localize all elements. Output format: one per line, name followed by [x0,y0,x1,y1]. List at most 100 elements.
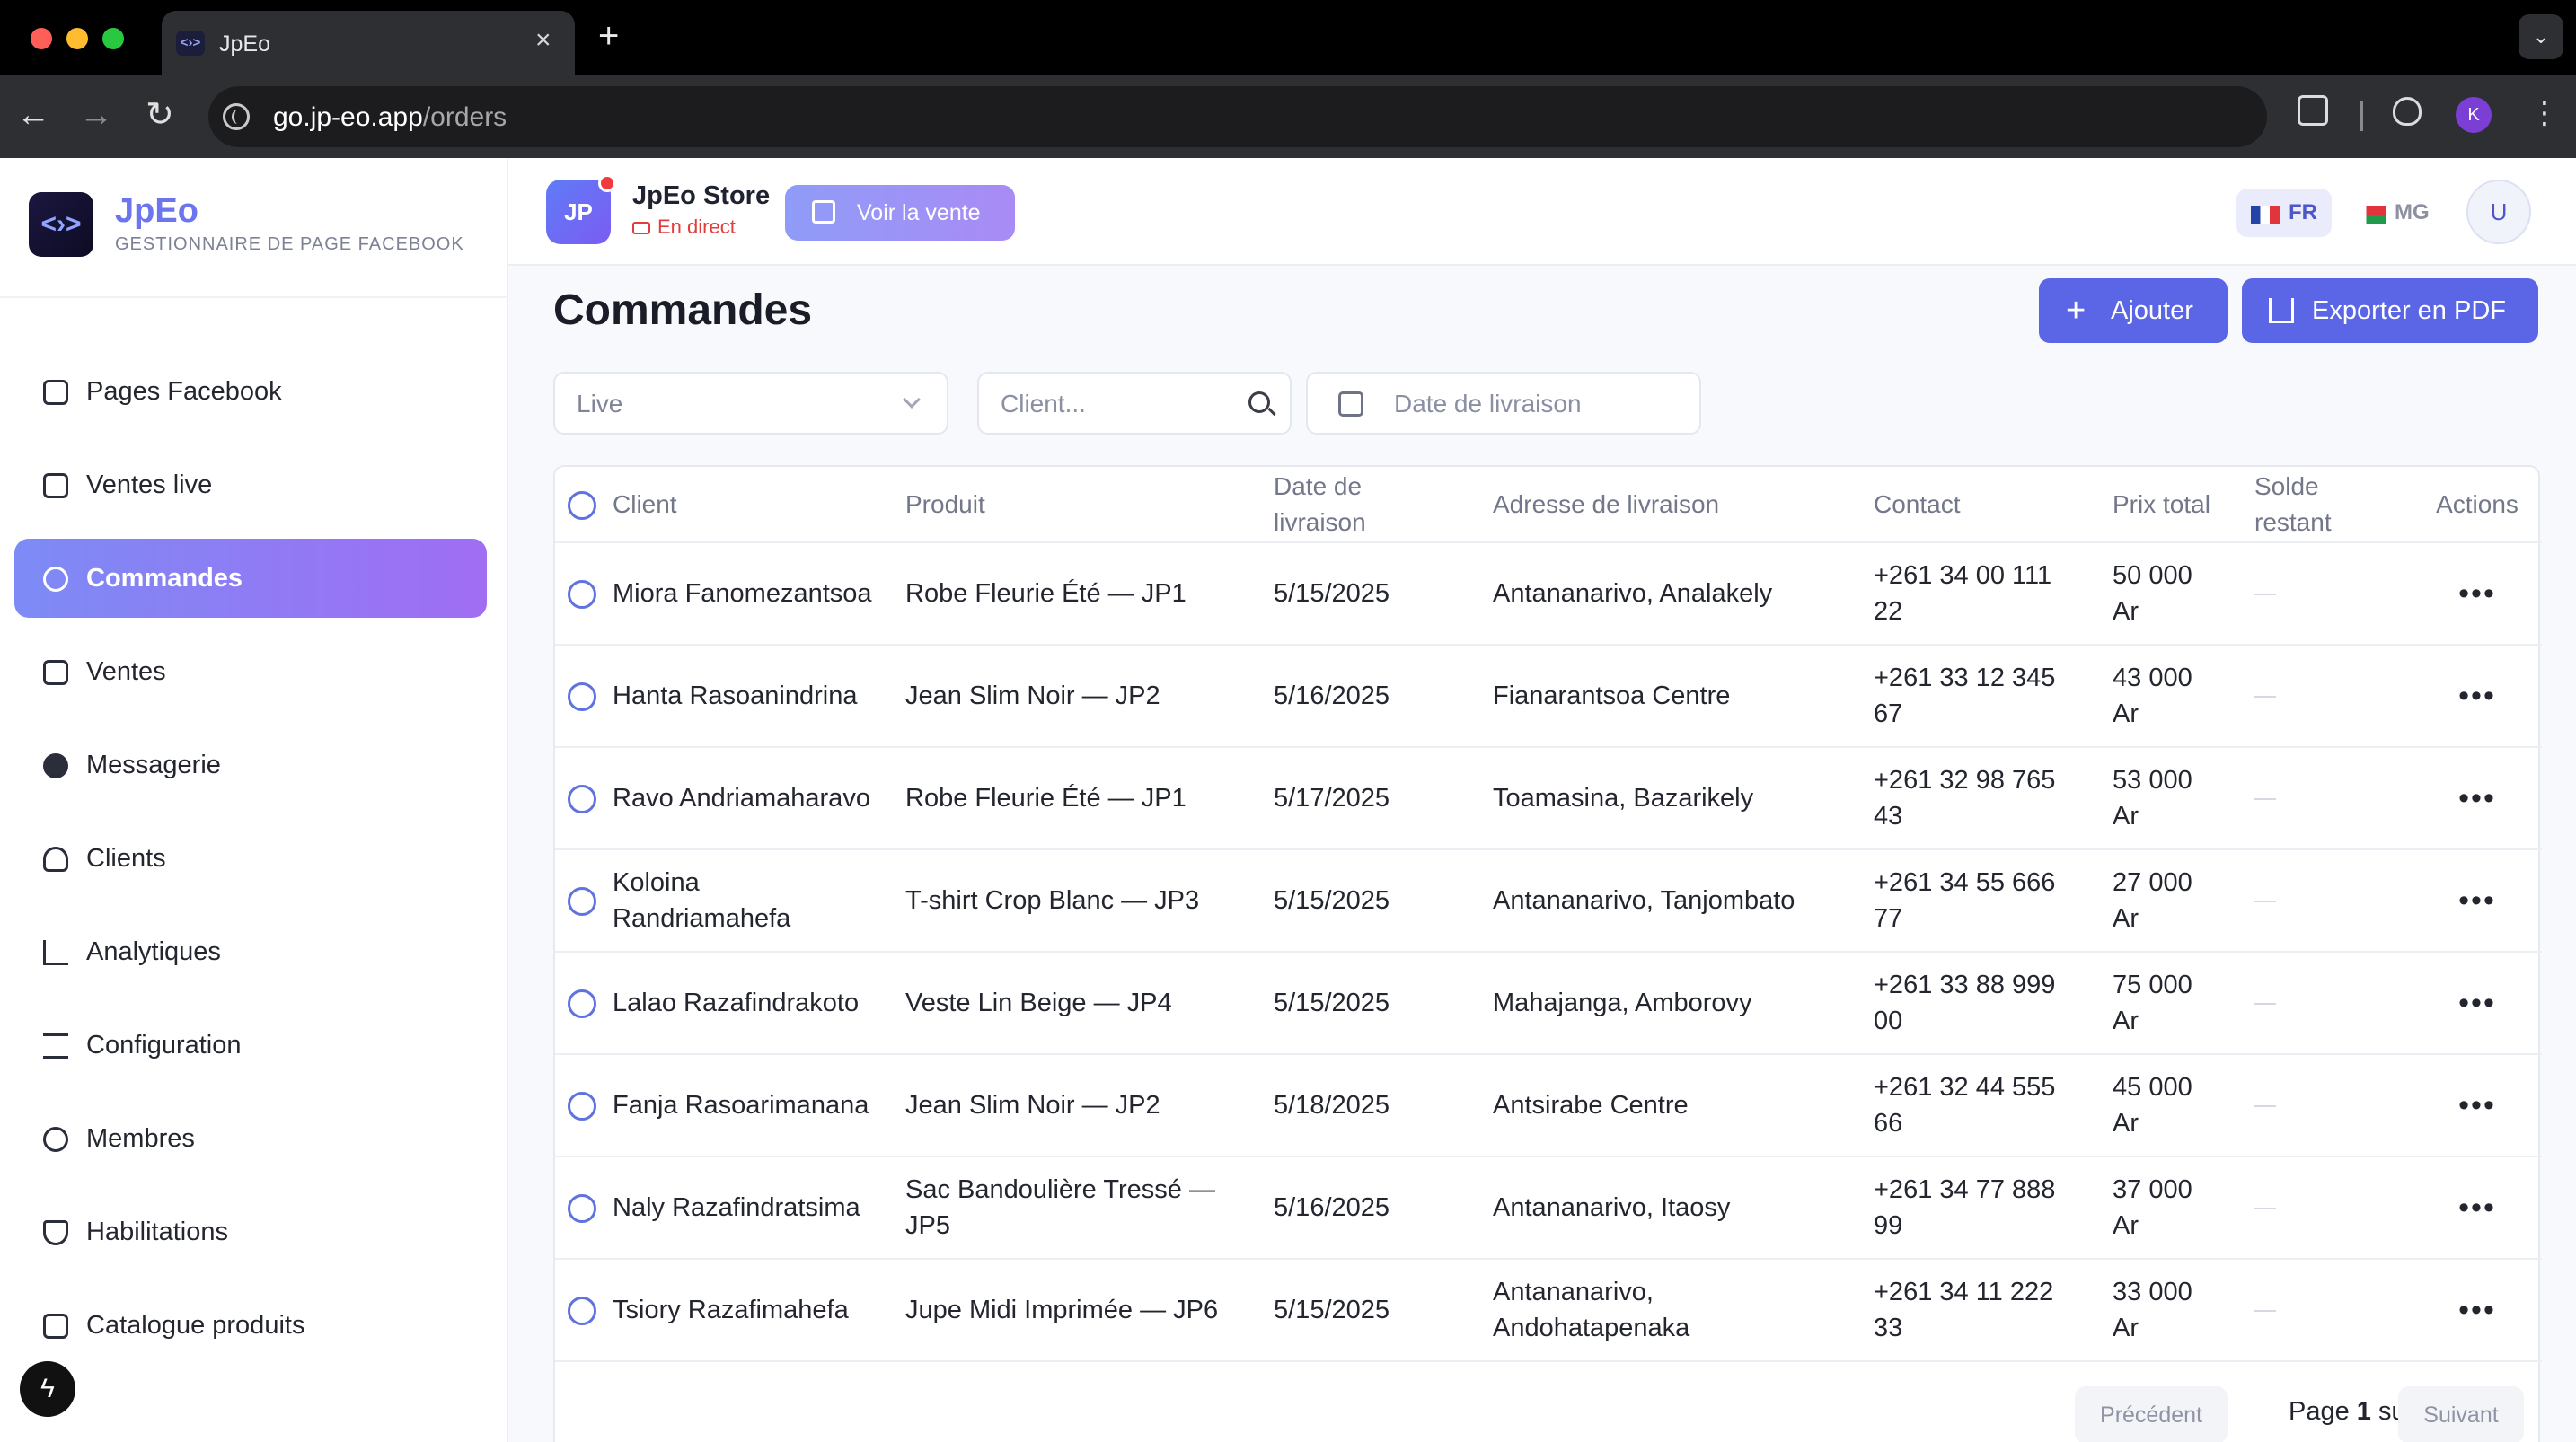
reload-icon[interactable]: ↻ [146,95,174,135]
header-total[interactable]: Prix total [2113,467,2254,543]
cell-date: 5/17/2025 [1274,747,1493,850]
tab-close-icon[interactable]: × [535,27,551,54]
header-date[interactable]: Date de livraison [1274,467,1493,543]
header-client[interactable]: Client [613,467,905,543]
sidebar-item-analytiques[interactable]: Analytiques [14,912,487,991]
table-row[interactable]: Lalao Razafindrakoto Veste Lin Beige — J… [555,952,2542,1055]
row-actions-menu-icon[interactable]: ••• [2413,849,2542,953]
sidebar-item-messagerie[interactable]: Messagerie [14,725,487,805]
site-info-icon[interactable] [223,103,250,130]
table-row[interactable]: Koloina Randriamahefa T-shirt Crop Blanc… [555,849,2542,953]
header-contact[interactable]: Contact [1874,467,2113,543]
search-icon[interactable] [1248,391,1270,413]
row-actions-menu-icon[interactable]: ••• [2413,952,2542,1055]
cell-total: 75 000 Ar [2113,952,2254,1055]
view-sale-label: Voir la vente [857,200,981,225]
table-row[interactable]: Miora Fanomezantsoa Robe Fleurie Été — J… [555,542,2542,646]
cell-contact: +261 34 55 666 77 [1874,849,2113,953]
sidebar-item-label: Ventes [86,657,166,686]
live-indicator-dot [598,174,616,192]
row-select-radio[interactable] [568,682,596,712]
cell-product: Robe Fleurie Été — JP1 [905,747,1274,850]
sidebar-item-commandes[interactable]: Commandes [14,539,487,618]
minimize-window-button[interactable] [66,28,88,49]
header-product[interactable]: Produit [905,467,1274,543]
sidebar-item-clients[interactable]: Clients [14,819,487,898]
header-balance[interactable]: Solde restant [2254,467,2413,543]
cell-date: 5/15/2025 [1274,1259,1493,1362]
tab-search-chevron-icon[interactable]: ⌄ [2519,14,2563,59]
app: <›> JpEo GESTIONNAIRE DE PAGE FACEBOOK P… [0,158,2576,1442]
row-select-radio[interactable] [568,989,596,1019]
row-select-radio[interactable] [568,1194,596,1224]
add-order-button[interactable]: + Ajouter [2039,278,2228,343]
row-actions-menu-icon[interactable]: ••• [2413,645,2542,748]
table-row[interactable]: Naly Razafindratsima Sac Bandoulière Tre… [555,1156,2542,1260]
row-select-radio[interactable] [568,1297,596,1326]
select-all-radio[interactable] [568,491,596,521]
forward-arrow-icon[interactable]: → [79,95,113,135]
sidebar-item-habilitations[interactable]: Habilitations [14,1192,487,1271]
brand-logo[interactable]: <›> [29,192,93,257]
row-actions-menu-icon[interactable]: ••• [2413,1259,2542,1362]
cell-product: Jean Slim Noir — JP2 [905,1054,1274,1157]
sidebar-item-catalogue-produits[interactable]: Catalogue produits [14,1286,487,1365]
extensions-icon[interactable] [2298,95,2328,126]
calendar-icon [43,380,68,405]
sidebar-item-label: Analytiques [86,937,221,966]
user-avatar[interactable]: U [2466,180,2531,244]
delivery-date-picker[interactable]: Date de livraison [1306,372,1701,435]
sidebar-item-ventes-live[interactable]: Ventes live [14,445,487,524]
cell-client: Lalao Razafindrakoto [613,952,905,1055]
sidebar-item-membres[interactable]: Membres [14,1099,487,1178]
row-actions-menu-icon[interactable]: ••• [2413,1156,2542,1260]
sidebar-item-pages-facebook[interactable]: Pages Facebook [14,352,487,431]
view-sale-button[interactable]: Voir la vente [785,185,1015,241]
empty-balance-dash [2254,594,2276,596]
cell-address: Antananarivo, Analakely [1493,542,1874,646]
video-camera-icon [632,222,650,234]
cell-contact: +261 33 88 999 00 [1874,952,2113,1055]
row-actions-menu-icon[interactable]: ••• [2413,747,2542,850]
previous-page-button[interactable]: Précédent [2075,1386,2228,1442]
export-pdf-button[interactable]: Exporter en PDF [2242,278,2538,343]
language-mg-button[interactable]: MG [2342,189,2430,237]
sliders-icon [43,1033,68,1059]
maximize-window-button[interactable] [102,28,124,49]
next-page-button[interactable]: Suivant [2398,1386,2524,1442]
live-select[interactable]: Live [553,372,948,435]
table-row[interactable]: Hanta Rasoanindrina Jean Slim Noir — JP2… [555,645,2542,748]
store-status: En direct [632,215,736,239]
sidebar-item-label: Commandes [86,564,243,593]
close-window-button[interactable] [31,28,52,49]
browser-menu-icon[interactable]: ⋮ [2529,93,2560,133]
cell-total: 37 000 Ar [2113,1156,2254,1260]
row-actions-menu-icon[interactable]: ••• [2413,1054,2542,1157]
brand-name: JpEo [115,192,198,230]
address-bar[interactable]: go.jp-eo.app/orders [208,86,2267,147]
client-search-input[interactable]: Client... [977,372,1292,435]
user-cog-icon [43,1127,68,1152]
language-fr-button[interactable]: FR [2236,189,2332,237]
row-select-radio[interactable] [568,785,596,814]
bolt-icon[interactable]: ϟ [20,1361,75,1417]
table-row[interactable]: Tsiory Razafimahefa Jupe Midi Imprimée —… [555,1259,2542,1362]
row-select-radio[interactable] [568,580,596,610]
page-word: Page [2289,1397,2350,1426]
profile-avatar[interactable]: K [2456,97,2492,133]
browser-tab[interactable]: <›> JpEo × [162,11,575,75]
back-arrow-icon[interactable]: ← [16,95,50,135]
madagascar-flag-icon [2357,206,2386,224]
sidebar-item-configuration[interactable]: Configuration [14,1006,487,1085]
france-flag-icon [2251,206,2280,224]
new-tab-icon[interactable]: + [598,16,619,56]
header-address[interactable]: Adresse de livraison [1493,467,1874,543]
row-actions-menu-icon[interactable]: ••• [2413,542,2542,646]
vpn-shield-icon[interactable] [2393,97,2422,126]
tab-title: JpEo [219,31,270,57]
table-row[interactable]: Ravo Andriamaharavo Robe Fleurie Été — J… [555,747,2542,850]
row-select-radio[interactable] [568,1092,596,1121]
sidebar-item-ventes[interactable]: Ventes [14,632,487,711]
table-row[interactable]: Fanja Rasoarimanana Jean Slim Noir — JP2… [555,1054,2542,1157]
row-select-radio[interactable] [568,887,596,917]
